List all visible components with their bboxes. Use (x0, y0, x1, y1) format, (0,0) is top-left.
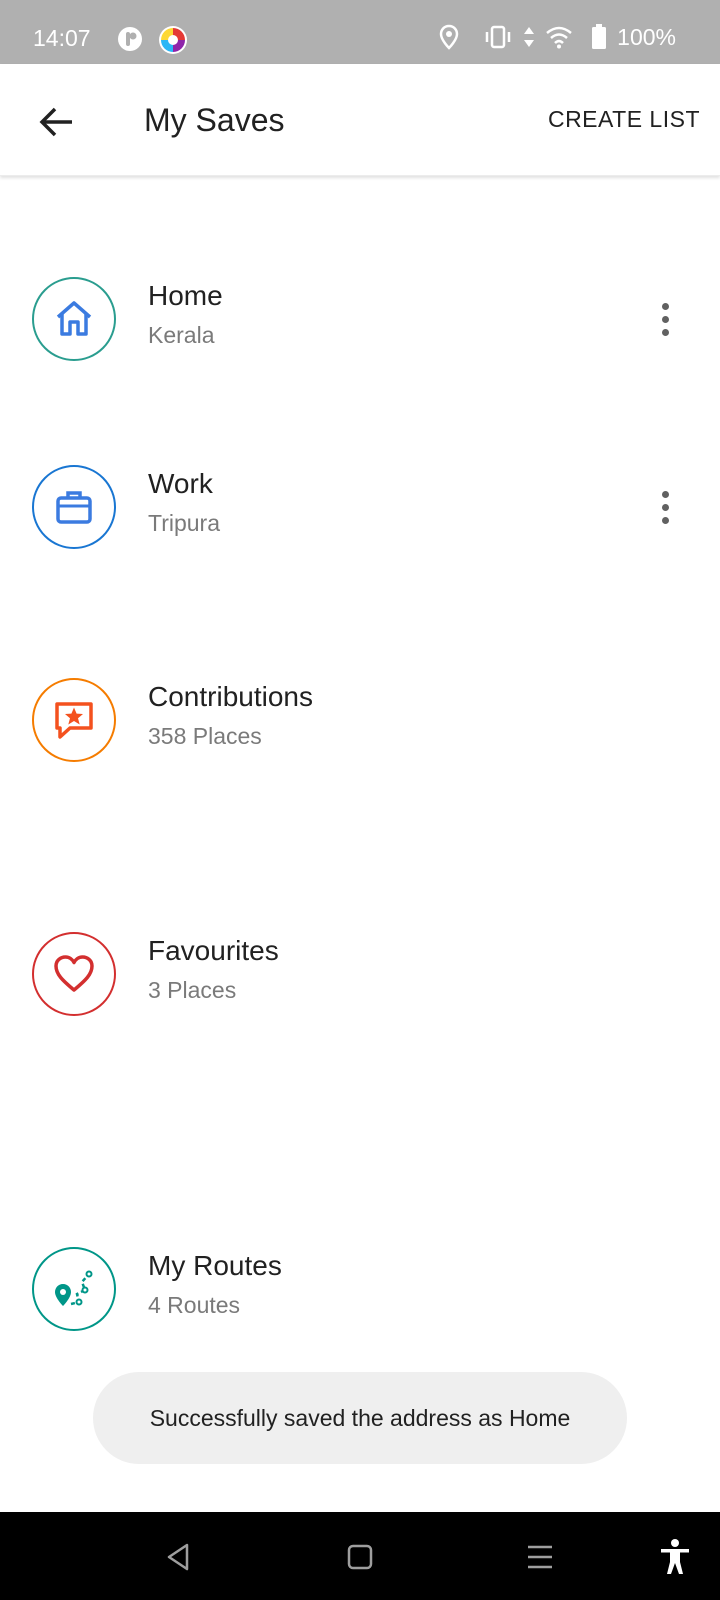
wifi-icon (546, 26, 572, 49)
dot (661, 315, 669, 323)
item-subtitle: Kerala (148, 322, 215, 348)
list-item-my-routes[interactable]: My Routes 4 Routes (0, 1234, 720, 1344)
item-title: My Routes (148, 1250, 282, 1281)
routes-icon-circle (32, 1247, 116, 1331)
nav-home-button[interactable] (335, 1532, 385, 1582)
list-item-contributions[interactable]: Contributions 358 Places (0, 665, 720, 775)
list-item-home[interactable]: Home Kerala (0, 264, 720, 374)
location-icon (439, 24, 459, 50)
home-square-icon (347, 1544, 373, 1570)
app-bar: My Saves CREATE LIST (0, 64, 720, 176)
create-list-button[interactable]: CREATE LIST (548, 106, 700, 133)
back-triangle-icon (167, 1543, 189, 1571)
item-title: Home (148, 280, 223, 311)
dot (661, 503, 669, 511)
nav-accessibility-button[interactable] (650, 1532, 700, 1582)
dot (661, 302, 669, 310)
list-item-favourites[interactable]: Favourites 3 Places (0, 919, 720, 1029)
app-icon (118, 27, 142, 51)
nav-back-button[interactable] (153, 1532, 203, 1582)
nav-recents-button[interactable] (515, 1532, 565, 1582)
item-title: Work (148, 468, 213, 499)
status-icons: 100% (439, 22, 676, 52)
item-subtitle: Tripura (148, 510, 220, 536)
contributions-icon-circle (32, 678, 116, 762)
data-arrows-icon (524, 27, 535, 47)
home-icon (56, 301, 92, 336)
star-chat-icon (55, 702, 93, 739)
toast-message: Successfully saved the address as Home (93, 1372, 627, 1464)
arrow-left-icon (39, 107, 72, 137)
work-icon-circle (32, 465, 116, 549)
more-options-button[interactable] (650, 294, 680, 344)
more-options-button[interactable] (650, 482, 680, 532)
status-time: 14:07 (33, 25, 91, 51)
navigation-bar (0, 1512, 720, 1600)
vibrate-icon (485, 25, 511, 49)
battery-percentage: 100% (617, 23, 676, 50)
dot (661, 516, 669, 524)
favourites-icon-circle (32, 932, 116, 1016)
list-item-work[interactable]: Work Tripura (0, 452, 720, 562)
app-icon-colorful (159, 26, 187, 54)
item-title: Contributions (148, 681, 313, 712)
route-icon (55, 1270, 93, 1306)
back-button[interactable] (28, 94, 84, 150)
item-subtitle: 358 Places (148, 723, 262, 749)
dot (661, 490, 669, 498)
menu-lines-icon (528, 1545, 552, 1569)
item-subtitle: 3 Places (148, 977, 237, 1003)
heart-icon (54, 955, 94, 992)
item-title: Favourites (148, 935, 279, 966)
dot (661, 328, 669, 336)
battery-icon (592, 24, 607, 49)
page-title: My Saves (144, 102, 285, 138)
status-bar: 14:07 100% (0, 0, 720, 64)
item-subtitle: 4 Routes (148, 1292, 241, 1318)
home-icon-circle (32, 277, 116, 361)
accessibility-icon (661, 1539, 689, 1574)
briefcase-icon (56, 491, 92, 524)
